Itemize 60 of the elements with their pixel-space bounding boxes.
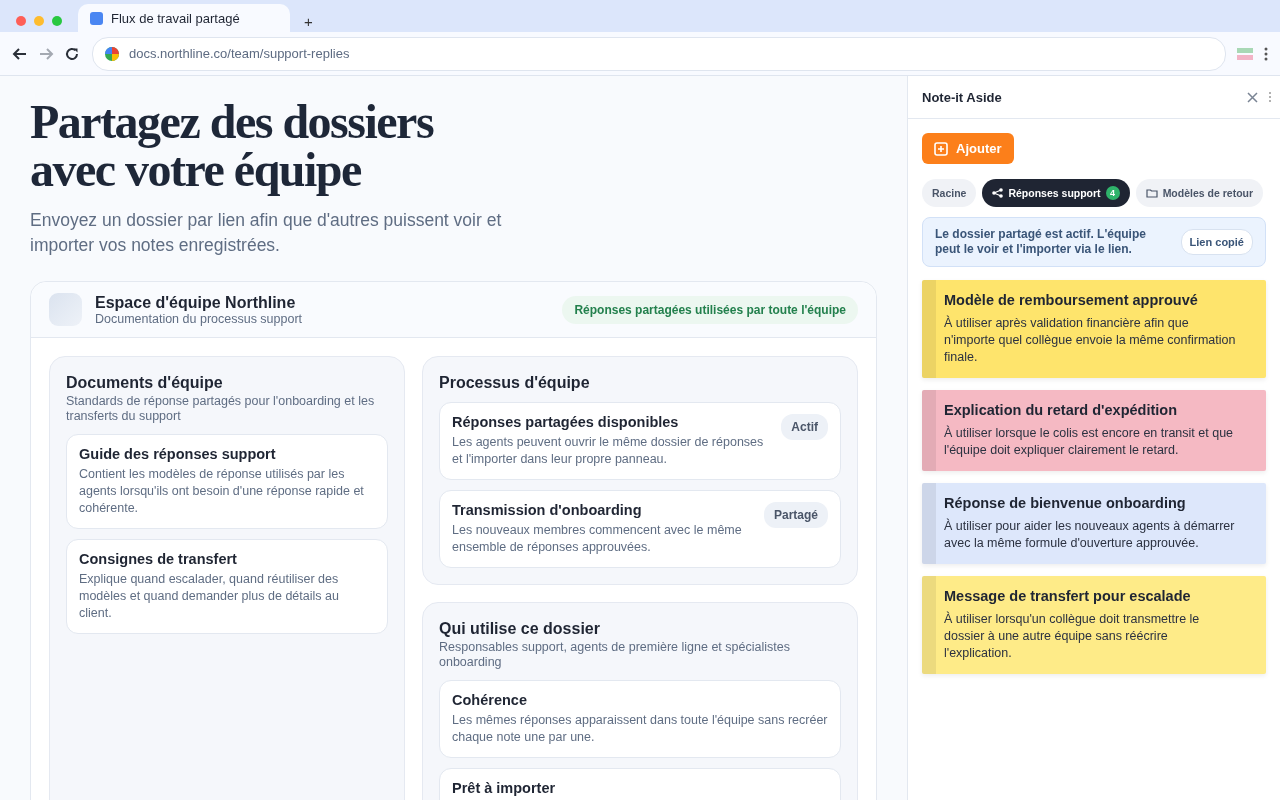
card-text: Les mêmes réponses apparaissent dans toute l'équipe sans recréer chaque note une par une. xyxy=(452,712,828,746)
new-tab-button[interactable]: + xyxy=(302,13,315,30)
extension-icon[interactable] xyxy=(1236,46,1254,61)
page-favicon-icon xyxy=(90,11,103,25)
folder-icon xyxy=(1145,188,1158,198)
status-badge: Partagé xyxy=(763,502,828,528)
workspace-avatar xyxy=(49,293,82,326)
note-text: À utiliser après validation financière afin que n'importe quel collègue envoie la même confirmation finale. xyxy=(944,315,1236,366)
note-text: À utiliser lorsque le colis est encore en transit et que l'équipe doit expliquer clairement le retard. xyxy=(944,425,1235,459)
sticky-note[interactable]: Explication du retard d'expédition À utiliser lorsque le colis est encore en transit et que l'équipe doit expliquer clairement le retard. xyxy=(922,390,1266,471)
sticky-note[interactable]: Réponse de bienvenue onboarding À utiliser pour aider les nouveaux agents à démarrer avec la même formule d'ouverture approuvée. xyxy=(922,483,1266,564)
folder-tab[interactable]: Racine xyxy=(922,179,977,207)
card-title: Guide des réponses support xyxy=(79,446,277,462)
minimize-window-button[interactable] xyxy=(34,16,44,26)
panel-title: Note-it Aside xyxy=(922,89,1003,105)
reload-icon[interactable] xyxy=(64,45,80,62)
page-subtitle: Envoyez un dossier par lien afin que d'autres puissent voir et importer vos notes enregistrées. xyxy=(30,209,503,257)
close-icon[interactable] xyxy=(1247,91,1258,103)
sticky-note[interactable]: Modèle de remboursement approuvé À utiliser après validation financière afin que n'importe quel collègue envoie la même confirmation finale. xyxy=(922,280,1266,378)
menu-icon[interactable] xyxy=(1264,46,1268,61)
card-text: Les nouveaux membres commencent avec le même ensemble de réponses approuvées. xyxy=(452,522,743,556)
note-title: Message de transfert pour escalade xyxy=(944,588,1192,604)
section-description: Responsables support, agents de première ligne et spécialistes onboarding xyxy=(439,640,791,670)
card-title: Prêt à importer xyxy=(452,780,557,796)
banner-text: Le dossier partagé est actif. L'équipe peut le voir et l'importer via le lien. xyxy=(935,227,1147,257)
close-window-button[interactable] xyxy=(16,16,26,26)
sticky-note[interactable]: Message de transfert pour escalade À utiliser lorsqu'un collègue doit transmettre le dossier à une autre équipe sans réécrire l'explication. xyxy=(922,576,1266,674)
note-text: À utiliser lorsqu'un collègue doit transmettre le dossier à une autre équipe sans réécrire l'explication. xyxy=(944,611,1201,662)
note-title: Explication du retard d'expédition xyxy=(944,402,1179,418)
status-badge: Actif xyxy=(781,414,828,440)
card-text: Les agents peuvent ouvrir le même dossier de réponses et l'importer dans leur propre panneau. xyxy=(452,434,765,468)
workspace-name: Espace d'équipe Northline xyxy=(95,293,297,312)
section-title: Processus d'équipe xyxy=(439,374,591,392)
card-title: Transmission d'onboarding xyxy=(452,502,643,518)
note-title: Réponse de bienvenue onboarding xyxy=(944,495,1187,511)
section-title: Qui utilise ce dossier xyxy=(439,620,601,638)
card-title: Consignes de transfert xyxy=(79,551,238,567)
share-icon xyxy=(992,188,1004,198)
section-title: Documents d'équipe xyxy=(66,374,224,392)
card-title: Cohérence xyxy=(452,692,528,708)
plus-square-icon xyxy=(934,141,948,156)
address-bar[interactable]: docs.northline.co/team/support-replies xyxy=(92,36,1226,71)
card-text: Contient les modèles de réponse utilisés par les agents lorsqu'ils ont besoin d'une réponse rapide et cohérente. xyxy=(79,466,365,517)
status-badge: Réponses partagées utilisées par toute l'équipe xyxy=(562,295,858,324)
section-description: Standards de réponse partagés pour l'onboarding et les transferts du support xyxy=(66,394,376,424)
note-title: Modèle de remboursement approuvé xyxy=(944,292,1199,308)
card-title: Réponses partagées disponibles xyxy=(452,414,680,430)
back-icon[interactable] xyxy=(12,45,28,62)
folder-tab[interactable]: Modèles de retour xyxy=(1135,179,1264,207)
card-text: Explique quand escalader, quand réutiliser des modèles et quand demander plus de détails au client. xyxy=(79,571,340,622)
site-logo-icon xyxy=(105,46,119,61)
copy-link-button[interactable]: Lien copié xyxy=(1180,229,1253,255)
note-text: À utiliser pour aider les nouveaux agents à démarrer avec la même formule d'ouverture approuvée. xyxy=(944,518,1236,552)
browser-tab[interactable]: Flux de travail partagé xyxy=(78,4,290,32)
folder-tab[interactable]: Réponses support 4 xyxy=(982,179,1130,207)
more-icon[interactable] xyxy=(1268,91,1272,103)
workspace-description: Documentation du processus support xyxy=(95,311,303,326)
maximize-window-button[interactable] xyxy=(52,16,62,26)
page-title: Partagez des dossiers avec votre équipe xyxy=(30,98,435,194)
tab-title: Flux de travail partagé xyxy=(111,10,240,26)
